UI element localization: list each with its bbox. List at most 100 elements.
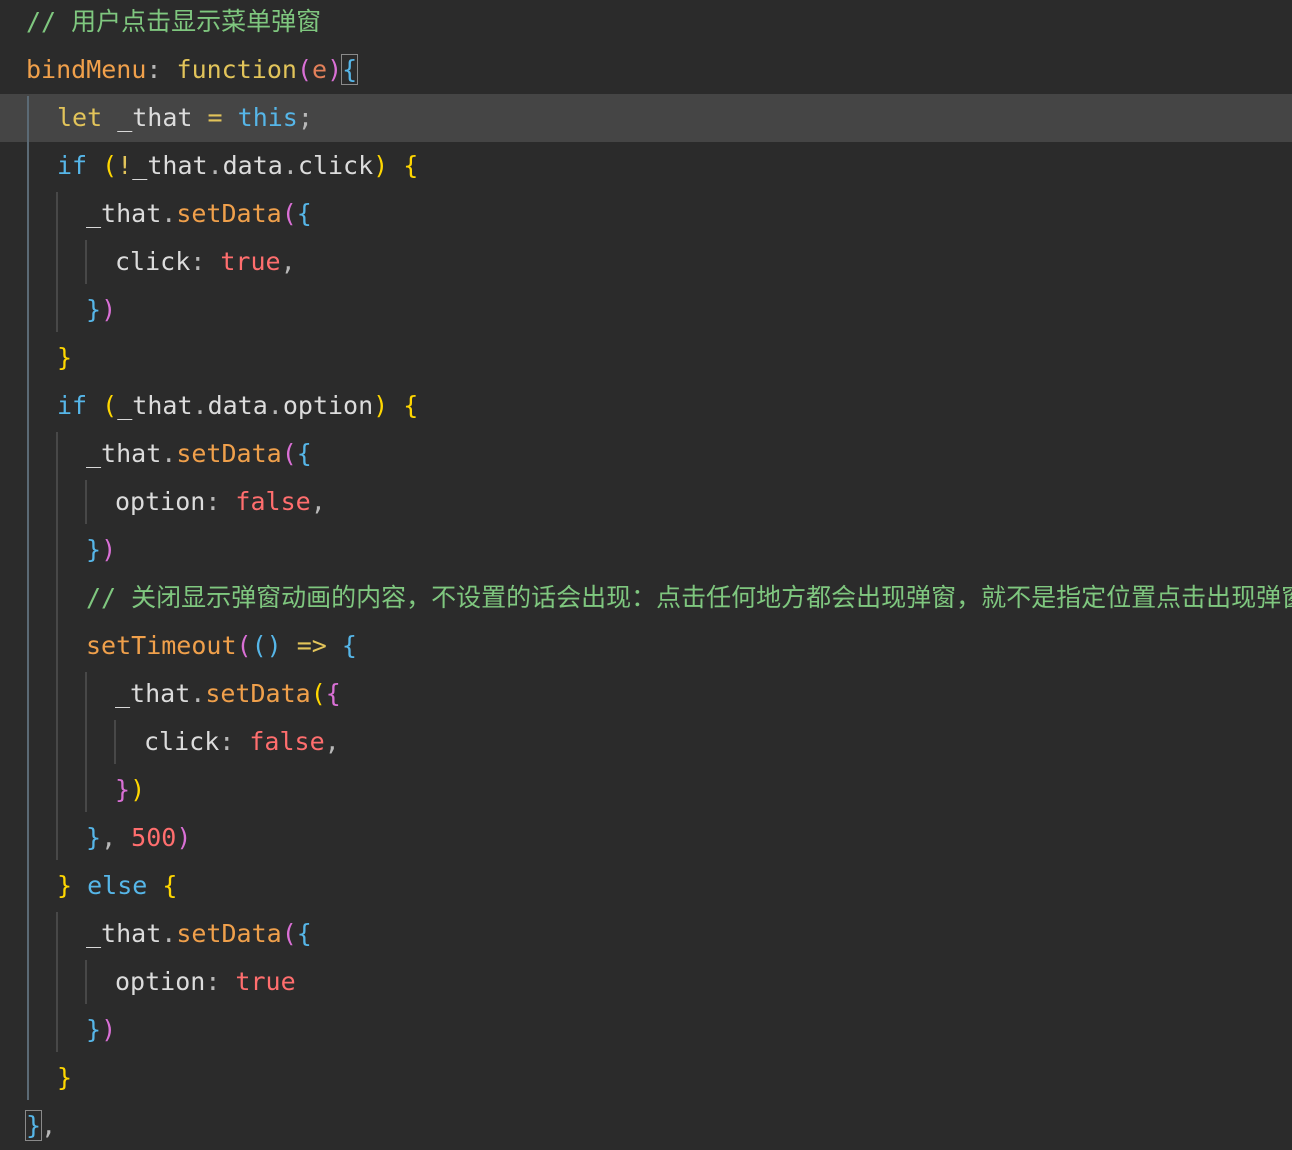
code-token-b3: () <box>251 631 282 660</box>
code-line[interactable]: _that.setData({ <box>0 430 1292 478</box>
code-token-op: = <box>207 103 223 132</box>
code-line[interactable]: click: false, <box>0 718 1292 766</box>
code-token-op: ! <box>117 151 133 180</box>
code-token-ident <box>72 871 87 900</box>
code-text: option: true <box>115 958 296 1006</box>
code-line[interactable]: } else { <box>0 862 1292 910</box>
code-line[interactable]: }) <box>0 526 1292 574</box>
code-text: } <box>57 334 72 382</box>
code-editor[interactable]: // 用户点击显示菜单弹窗 bindMenu: function(e){let _… <box>0 0 1292 1146</box>
code-token-punct: , <box>324 727 340 756</box>
code-token-bool: false <box>235 487 311 516</box>
code-line[interactable]: // 关闭显示弹窗动画的内容，不设置的话会出现：点击任何地方都会出现弹窗，就不是… <box>0 574 1292 622</box>
code-line[interactable]: _that.setData({ <box>0 910 1292 958</box>
code-token-punct: : <box>205 967 236 996</box>
code-token-ident <box>282 631 297 660</box>
code-token-b1: ( <box>310 679 326 708</box>
code-token-b2: } <box>115 775 131 804</box>
code-line[interactable]: setTimeout(() => { <box>0 622 1292 670</box>
code-token-ident <box>388 151 403 180</box>
code-token-ident <box>223 103 238 132</box>
code-token-b3: { <box>296 919 312 948</box>
code-token-comment: // 用户点击显示菜单弹窗 <box>26 7 322 36</box>
code-line[interactable]: let _that = this; <box>0 94 1292 142</box>
code-token-ident: _that <box>132 151 208 180</box>
code-line[interactable]: _that.setData({ <box>0 190 1292 238</box>
code-token-comment: // 关闭显示弹窗动画的内容，不设置的话会出现：点击任何地方都会出现弹窗，就不是… <box>86 583 1292 612</box>
code-text: _that.setData({ <box>86 430 312 478</box>
code-text: }, 500) <box>86 814 191 862</box>
code-text: // 用户点击显示菜单弹窗 <box>26 0 321 46</box>
code-token-b3: } <box>24 1110 43 1141</box>
code-line[interactable]: // 用户点击显示菜单弹窗 <box>0 0 1292 46</box>
code-token-punct: , <box>280 247 296 276</box>
code-token-ident: data <box>222 151 283 180</box>
code-line[interactable]: } <box>0 1054 1292 1102</box>
code-token-b2: ) <box>176 823 192 852</box>
code-token-bool: true <box>235 967 296 996</box>
code-token-b1: ( <box>102 391 118 420</box>
code-token-punct: . <box>161 199 177 228</box>
code-token-punct: , <box>101 823 132 852</box>
code-token-keyword: let <box>57 103 103 132</box>
code-token-b3: } <box>86 1015 102 1044</box>
code-token-b3: } <box>86 535 102 564</box>
code-text: }) <box>86 1006 116 1054</box>
code-token-ident: _that <box>117 391 193 420</box>
code-token-storage: if <box>57 391 88 420</box>
code-text: if (!_that.data.click) { <box>57 142 418 190</box>
code-text: }) <box>86 286 116 334</box>
code-line[interactable]: }, 500) <box>0 814 1292 862</box>
code-text: if (_that.data.option) { <box>57 382 418 430</box>
code-token-b1: } <box>57 871 73 900</box>
code-token-func: bindMenu <box>26 55 147 84</box>
code-token-punct: . <box>161 439 177 468</box>
code-line[interactable]: }) <box>0 766 1292 814</box>
code-token-punct: . <box>282 151 298 180</box>
code-token-storage: this <box>237 103 298 132</box>
code-token-b1: ( <box>102 151 118 180</box>
code-token-b1: ) <box>373 151 389 180</box>
code-line[interactable]: }) <box>0 1006 1292 1054</box>
code-line[interactable]: click: true, <box>0 238 1292 286</box>
code-token-b1: { <box>403 391 419 420</box>
code-text: } <box>57 1054 72 1102</box>
indent-guide <box>85 960 87 1004</box>
code-token-prop: click <box>144 727 220 756</box>
code-text: }) <box>115 766 145 814</box>
code-token-func: setData <box>176 199 282 228</box>
code-text: click: true, <box>115 238 296 286</box>
code-token-ident <box>147 871 162 900</box>
code-token-bool: true <box>220 247 281 276</box>
code-text: setTimeout(() => { <box>86 622 357 670</box>
code-line[interactable]: option: true <box>0 958 1292 1006</box>
code-text: _that.setData({ <box>86 190 312 238</box>
code-line[interactable]: _that.setData({ <box>0 670 1292 718</box>
code-line[interactable]: if (_that.data.option) { <box>0 382 1292 430</box>
code-line[interactable]: }) <box>0 286 1292 334</box>
code-token-ident <box>87 391 102 420</box>
code-token-ident: _that <box>86 919 162 948</box>
code-token-ident <box>87 151 102 180</box>
code-token-punct: . <box>207 151 223 180</box>
code-line[interactable]: bindMenu: function(e){ <box>0 46 1292 94</box>
code-line[interactable]: } <box>0 334 1292 382</box>
code-line[interactable]: option: false, <box>0 478 1292 526</box>
code-token-ident: _that <box>102 103 208 132</box>
code-token-b2: ( <box>296 55 313 84</box>
code-token-b3: { <box>341 631 357 660</box>
code-token-ident: _that <box>115 679 191 708</box>
code-token-b2: ) <box>101 535 117 564</box>
code-token-op: => <box>296 631 327 660</box>
code-line[interactable]: if (!_that.data.click) { <box>0 142 1292 190</box>
code-line[interactable]: }, <box>0 1102 1292 1150</box>
code-token-ident <box>327 631 342 660</box>
code-text: let _that = this; <box>57 94 313 142</box>
code-token-bool: false <box>249 727 325 756</box>
code-token-func: setData <box>176 439 282 468</box>
code-token-punct: , <box>310 487 326 516</box>
code-token-punct: : <box>205 487 236 516</box>
code-token-b2: ) <box>101 1015 117 1044</box>
code-token-b3: { <box>341 54 359 85</box>
code-token-b2: ( <box>281 199 297 228</box>
